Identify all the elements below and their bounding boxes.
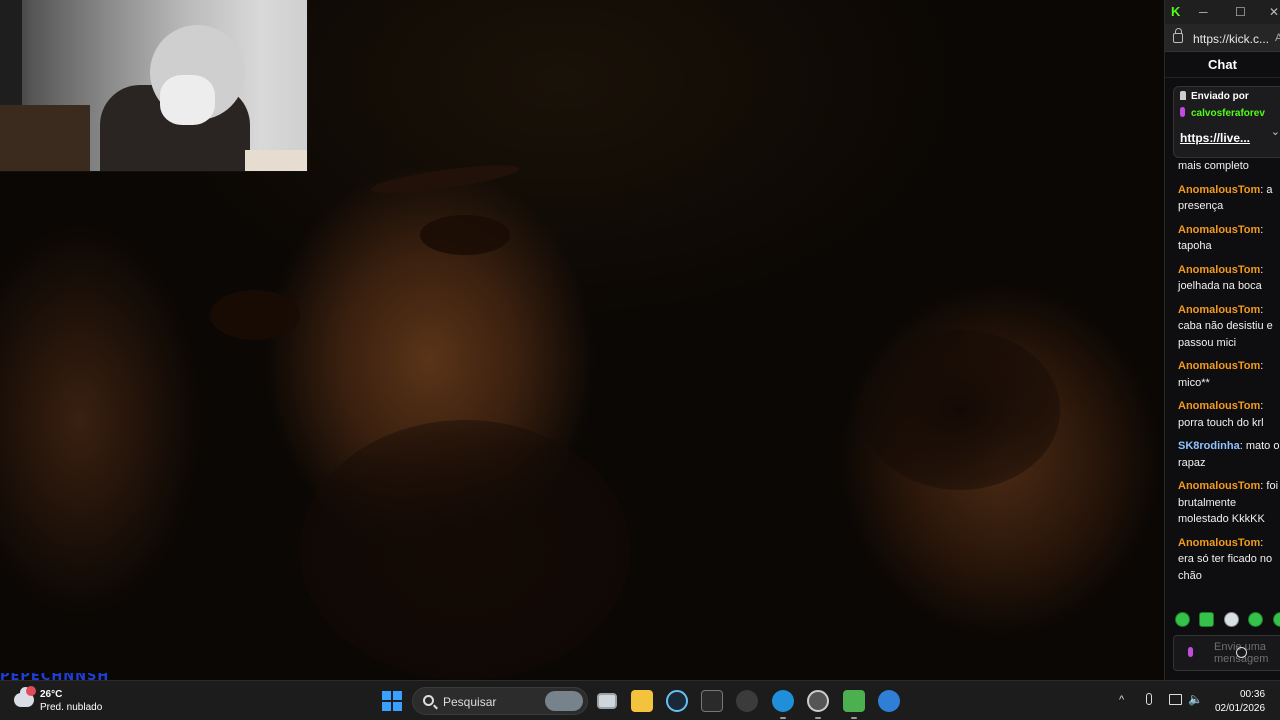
emote-icon[interactable] [1199,612,1215,627]
video-face-shadow [420,215,510,255]
url-text[interactable]: https://kick.c... [1193,32,1269,46]
user-badge-icon [1188,647,1193,657]
chat-username[interactable]: SK8rodinha [1178,440,1240,452]
chat-username[interactable]: AnomalousTom [1178,480,1260,492]
chat-username[interactable]: AnomalousTom [1178,264,1260,276]
pinned-message[interactable]: Enviado por calvosferaforev ⌄ https://li… [1173,86,1280,158]
notification-badge [26,686,36,696]
kick-logo-icon: K [1171,4,1181,19]
active-app-indicator [815,717,821,719]
steam-icon[interactable] [666,690,688,712]
minimize-button[interactable]: ─ [1199,4,1208,20]
chevron-up-icon[interactable]: ^ [1119,694,1124,706]
chat-message[interactable]: AnomalousTom: tapoha [1178,222,1280,255]
search-highlight-image [545,691,583,711]
pinned-label: Enviado por [1191,91,1249,102]
chat-message[interactable]: mais completo [1178,158,1280,175]
weather-temperature: 26°C [40,689,63,700]
emoji-picker-icon[interactable] [1236,647,1247,658]
edge-browser-icon[interactable] [772,690,794,712]
webcam-overlay [0,0,308,172]
taskbar-search[interactable]: Pesquisar [412,687,588,715]
chat-message[interactable]: AnomalousTom: caba não desistiu e passou… [1178,302,1280,352]
network-icon[interactable] [1169,694,1182,705]
gear-app-icon[interactable] [736,690,758,712]
chat-message[interactable]: SK8rodinha: mato o rapaz [1178,438,1280,471]
chat-message[interactable]: AnomalousTom: porra touch do krl [1178,398,1280,431]
chat-username[interactable]: AnomalousTom [1178,224,1260,236]
search-icon [423,695,434,706]
weather-description: Pred. nublado [40,702,103,713]
video-face-shadow [860,330,1060,490]
chat-message[interactable]: AnomalousTom: era só ter ficado no chão [1178,535,1280,585]
pinned-user-row[interactable]: calvosferaforev [1180,107,1278,119]
video-face-shadow [210,290,300,340]
task-view-icon[interactable] [597,693,617,709]
chat-input-placeholder[interactable]: Envie uma mensagem [1214,641,1280,665]
chat-input-box[interactable]: Envie uma mensagem ⚙ [1173,635,1280,671]
quick-emote-bar [1175,612,1280,630]
obs-studio-icon[interactable] [807,690,829,712]
chat-message[interactable]: AnomalousTom: foi brutalmente molestado … [1178,478,1280,528]
chat-username[interactable]: AnomalousTom [1178,537,1260,549]
video-face-shadow [369,159,521,199]
chat-message[interactable]: AnomalousTom: a presença [1178,182,1280,215]
windows-logo-tile [382,691,391,700]
webcam-person-mask [160,75,215,125]
android-app-icon[interactable] [843,690,865,712]
chevron-down-icon[interactable]: ⌄ [1271,125,1280,138]
clock-date[interactable]: 02/01/2026 [1215,703,1265,714]
close-button[interactable]: ✕ [1269,4,1279,20]
pinned-user[interactable]: calvosferaforev [1191,108,1265,119]
clock-time[interactable]: 00:36 [1240,689,1265,700]
chat-title: Chat [1165,52,1280,78]
read-aloud-icon[interactable]: A [1275,32,1280,44]
chat-message[interactable]: AnomalousTom: joelhada na boca [1178,262,1280,295]
chat-username[interactable]: AnomalousTom [1178,400,1260,412]
globe-app-icon[interactable] [878,690,900,712]
pinned-label-row: Enviado por [1180,91,1278,102]
file-explorer-icon[interactable] [631,690,653,712]
search-label: Pesquisar [443,695,497,709]
windows-logo-tile [393,691,402,700]
chat-message-text: mais completo [1178,160,1249,172]
lock-icon[interactable] [1173,28,1183,43]
emote-icon[interactable] [1272,612,1280,627]
webcam-shelf [0,105,90,171]
pinned-link[interactable]: https://live... [1180,131,1278,145]
browser-titlebar[interactable]: K ─ ☐ ✕ [1165,0,1280,24]
chat-messages[interactable]: mais completo AnomalousTom: a presença Ano… [1165,158,1280,591]
emote-icon[interactable] [1248,612,1264,627]
emote-icon[interactable] [1175,612,1190,627]
start-button[interactable] [382,691,402,711]
microphone-icon[interactable] [1146,693,1152,705]
windows-taskbar: 26°C Pred. nublado Pesquisar ^ 🔈 00:36 0… [0,680,1280,720]
webcam-bed [245,150,307,171]
chat-message[interactable]: AnomalousTom: mico** [1178,358,1280,391]
webcam-pc-tower [0,0,22,105]
windows-logo-tile [382,702,391,711]
volume-muted-icon[interactable]: 🔈 [1188,692,1203,706]
chat-username[interactable]: AnomalousTom [1178,184,1260,196]
active-app-indicator [851,717,857,719]
active-app-indicator [780,717,786,719]
epic-games-icon[interactable] [701,690,723,712]
emote-icon[interactable] [1223,612,1239,627]
chat-username[interactable]: AnomalousTom [1178,360,1260,372]
browser-window: K ─ ☐ ✕ https://kick.c... A Chat Enviado… [1164,0,1280,680]
windows-logo-tile [393,702,402,711]
user-badge-icon [1180,107,1185,117]
chat-username[interactable]: AnomalousTom [1178,304,1260,316]
pin-icon [1180,91,1186,100]
address-bar[interactable]: https://kick.c... A [1165,24,1280,52]
video-face-shadow [300,420,630,680]
maximize-button[interactable]: ☐ [1235,4,1246,20]
